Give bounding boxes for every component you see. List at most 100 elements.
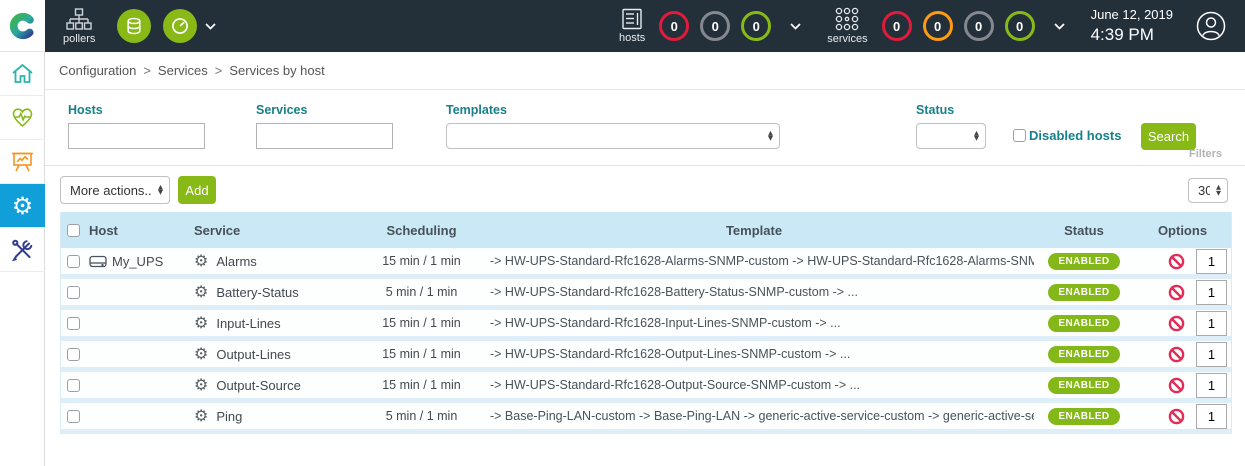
select-arrows-icon: ▲▼ [1216, 185, 1221, 196]
hosts-icon [620, 8, 644, 30]
hosts-chevron[interactable] [790, 23, 801, 30]
centreon-logo[interactable] [0, 0, 45, 52]
poller-health-button[interactable] [163, 9, 197, 43]
select-all-checkbox[interactable] [67, 224, 80, 237]
breadcrumb: Configuration > Services > Services by h… [45, 52, 1245, 90]
host-status-counter[interactable]: 0 [741, 11, 771, 41]
sidebar-item-reporting[interactable] [0, 140, 45, 184]
status-badge: ENABLED [1048, 253, 1119, 270]
service-gear-icon: ⚙ [194, 284, 208, 300]
disable-icon[interactable] [1168, 284, 1185, 301]
service-name[interactable]: Alarms [216, 254, 256, 269]
add-button[interactable]: Add [178, 176, 216, 204]
service-name[interactable]: Output-Source [216, 378, 301, 393]
duplicate-count-input[interactable] [1196, 311, 1227, 336]
scheduling-value: 5 min / 1 min [369, 409, 474, 423]
database-icon [124, 16, 144, 36]
services-chevron[interactable] [1054, 23, 1065, 30]
breadcrumb-separator: > [215, 63, 223, 78]
table-row: My_UPS ⚙ Alarms 15 min / 1 min -> HW-UPS… [61, 248, 1231, 279]
table-row: ⚙ Input-Lines 15 min / 1 min -> HW-UPS-S… [61, 310, 1231, 341]
disabled-hosts-checkbox[interactable] [1013, 129, 1026, 142]
status-select[interactable]: ▲▼ [916, 123, 986, 149]
service-gear-icon: ⚙ [194, 315, 208, 331]
row-checkbox[interactable] [67, 317, 80, 330]
duplicate-count-input[interactable] [1196, 373, 1227, 398]
column-options[interactable]: Options [1134, 223, 1231, 238]
services-filter-input[interactable] [256, 123, 393, 149]
host-name[interactable]: My_UPS [112, 254, 163, 269]
service-gear-icon: ⚙ [194, 408, 208, 424]
services-filter-label: Services [256, 103, 307, 117]
services-menu-button[interactable]: services [827, 7, 867, 45]
disable-icon[interactable] [1168, 253, 1185, 270]
sidebar-item-configuration[interactable]: ⚙ [0, 184, 45, 228]
breadcrumb-services-by-host[interactable]: Services by host [229, 63, 324, 78]
service-gear-icon: ⚙ [194, 377, 208, 393]
column-service[interactable]: Service [194, 223, 369, 238]
scheduling-value: 15 min / 1 min [369, 316, 474, 330]
column-template[interactable]: Template [474, 223, 1034, 238]
services-counters: 0 0 0 0 [882, 11, 1046, 41]
service-name[interactable]: Input-Lines [216, 316, 280, 331]
hosts-filter-input[interactable] [68, 123, 205, 149]
duplicate-count-input[interactable] [1196, 404, 1227, 429]
service-status-counter[interactable]: 0 [923, 11, 953, 41]
hosts-label: hosts [619, 32, 645, 44]
disable-icon[interactable] [1168, 408, 1185, 425]
clock: June 12, 2019 4:39 PM [1091, 7, 1173, 45]
service-status-counter[interactable]: 0 [1005, 11, 1035, 41]
disabled-hosts-label[interactable]: Disabled hosts [1029, 128, 1121, 143]
more-actions-select[interactable]: More actions... ▲▼ [60, 176, 170, 204]
row-checkbox[interactable] [67, 348, 80, 361]
service-name[interactable]: Battery-Status [216, 285, 298, 300]
sidebar-item-administration[interactable] [0, 228, 45, 272]
sidebar-item-monitoring[interactable] [0, 96, 45, 140]
poller-details-chevron[interactable] [205, 23, 216, 30]
duplicate-count-input[interactable] [1196, 280, 1227, 305]
scheduling-value: 5 min / 1 min [369, 285, 474, 299]
status-filter-label: Status [916, 103, 954, 117]
pollers-button[interactable]: pollers [63, 8, 95, 45]
service-status-counter[interactable]: 0 [882, 11, 912, 41]
column-host[interactable]: Host [89, 223, 194, 238]
page-size-select[interactable]: 30 ▲▼ [1188, 178, 1228, 203]
row-checkbox[interactable] [67, 410, 80, 423]
hosts-menu-button[interactable]: hosts [619, 8, 645, 44]
duplicate-count-input[interactable] [1196, 249, 1227, 274]
scheduling-value: 15 min / 1 min [369, 347, 474, 361]
host-status-counter[interactable]: 0 [700, 11, 730, 41]
service-status-counter[interactable]: 0 [964, 11, 994, 41]
presentation-chart-icon [10, 150, 35, 174]
duplicate-count-input[interactable] [1196, 342, 1227, 367]
breadcrumb-configuration[interactable]: Configuration [59, 63, 136, 78]
service-name[interactable]: Output-Lines [216, 347, 290, 362]
template-chain: -> HW-UPS-Standard-Rfc1628-Input-Lines-S… [474, 316, 1034, 330]
column-status[interactable]: Status [1034, 223, 1134, 238]
gear-icon: ⚙ [12, 194, 34, 218]
search-button[interactable]: Search [1141, 123, 1196, 150]
status-badge: ENABLED [1048, 284, 1119, 301]
table-row: ⚙ Ping 5 min / 1 min -> Base-Ping-LAN-cu… [61, 403, 1231, 434]
row-checkbox[interactable] [67, 379, 80, 392]
disable-icon[interactable] [1168, 346, 1185, 363]
more-actions-value: More actions... [70, 183, 152, 198]
row-checkbox[interactable] [67, 255, 80, 268]
disable-icon[interactable] [1168, 377, 1185, 394]
current-time: 4:39 PM [1091, 24, 1173, 45]
database-status-button[interactable] [117, 9, 151, 43]
breadcrumb-services[interactable]: Services [158, 63, 208, 78]
host-status-counter[interactable]: 0 [659, 11, 689, 41]
sidebar-item-home[interactable] [0, 52, 45, 96]
row-checkbox[interactable] [67, 286, 80, 299]
service-name[interactable]: Ping [216, 409, 242, 424]
disable-icon[interactable] [1168, 315, 1185, 332]
templates-select[interactable]: ▲▼ [446, 123, 780, 149]
user-menu-button[interactable] [1195, 10, 1227, 42]
gauge-icon [170, 16, 190, 36]
services-icon [834, 7, 860, 31]
status-badge: ENABLED [1048, 377, 1119, 394]
template-chain: -> HW-UPS-Standard-Rfc1628-Alarms-SNMP-c… [474, 254, 1034, 268]
column-scheduling[interactable]: Scheduling [369, 223, 474, 238]
status-counters: hosts 0 0 0 [619, 7, 1245, 45]
